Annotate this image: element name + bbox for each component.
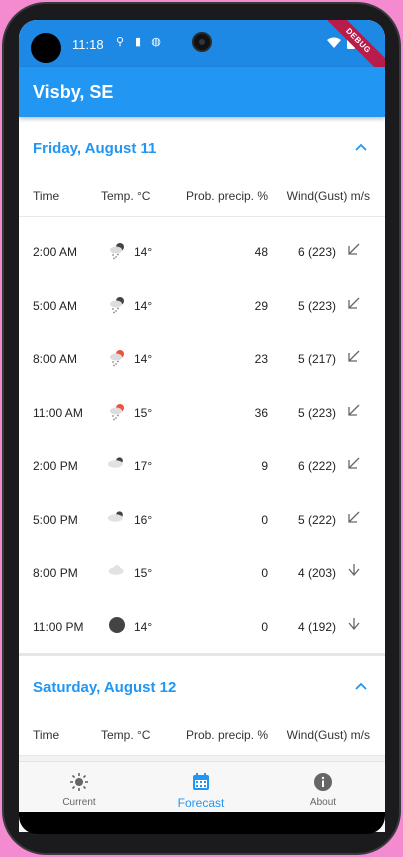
col-prob: Prob. precip. % — [185, 189, 268, 203]
row-temp: 15° — [134, 566, 153, 580]
forecast-list[interactable]: Friday, August 11 Time Temp. °C Prob. pr… — [19, 117, 385, 761]
row-wind: 5 (223) — [297, 405, 336, 420]
col-time: Time — [33, 728, 60, 742]
row-time: 11:00 PM — [33, 619, 84, 634]
sd-card-icon: ▮ — [134, 36, 142, 48]
partly-cloudy-night-icon — [107, 454, 127, 474]
chevron-up-icon[interactable] — [355, 682, 367, 690]
wind-arrow-southwest-icon — [347, 510, 361, 524]
col-time: Time — [33, 189, 60, 203]
forecast-row: 11:00 PM 14° 0 4 (192) — [19, 600, 385, 654]
nav-about-label: About — [309, 797, 337, 808]
wind-arrow-south-icon — [347, 563, 361, 577]
row-temp: 14° — [134, 619, 153, 634]
sun-icon — [70, 773, 88, 791]
forecast-row: 11:00 AM 15° 36 5 (223) — [19, 386, 385, 440]
row-temp: 17° — [134, 459, 153, 473]
chevron-up-icon[interactable] — [355, 143, 367, 151]
app-bar: Visby, SE — [19, 67, 385, 117]
row-time: 8:00 PM — [33, 566, 78, 580]
row-time: 2:00 AM — [33, 245, 78, 259]
forecast-row: 5:00 PM 16° 0 5 (222) — [19, 493, 385, 547]
wind-arrow-southwest-icon — [347, 456, 361, 470]
wind-arrow-southwest-icon — [347, 349, 361, 363]
col-prob: Prob. precip. % — [185, 728, 268, 742]
snow-cloud-icon — [107, 240, 127, 260]
wind-arrow-south-icon — [347, 617, 361, 631]
day-section-header[interactable]: Saturday, August 12 — [19, 656, 385, 716]
row-precip-prob: 29 — [254, 298, 268, 313]
row-temp: 14° — [134, 245, 153, 259]
day-section: Friday, August 11 Time Temp. °C Prob. pr… — [19, 117, 385, 653]
row-precip-prob: 36 — [254, 405, 268, 420]
row-wind: 4 (192) — [297, 619, 336, 634]
row-precip-prob: 23 — [254, 352, 268, 366]
day-title: Saturday, August 12 — [33, 679, 177, 696]
sleet-sun-icon — [107, 401, 127, 421]
status-time: 11:18 — [72, 37, 104, 52]
row-precip-prob: 9 — [261, 459, 268, 473]
row-wind: 6 (222) — [297, 459, 336, 473]
partly-cloudy-night-icon — [107, 508, 127, 528]
wind-arrow-southwest-icon — [347, 403, 361, 417]
calendar-icon — [193, 773, 209, 790]
row-precip-prob: 0 — [261, 619, 268, 634]
clear-night-icon — [107, 615, 127, 635]
column-headers: Time Temp. °C Prob. precip. % Wind(Gust)… — [19, 716, 385, 756]
front-camera — [192, 32, 212, 52]
forecast-row: 2:00 AM 14° 48 6 (223) — [19, 225, 385, 279]
col-temp: Temp. °C — [101, 728, 151, 742]
row-time: 5:00 AM — [33, 298, 78, 313]
nav-current[interactable]: Current — [29, 772, 129, 808]
forecast-rows: 2:00 AM 14° 48 6 (223) 5:00 AM 14° 29 5 (223) 8:… — [19, 217, 385, 653]
info-icon — [314, 773, 332, 791]
wind-arrow-southwest-icon — [347, 296, 361, 310]
row-precip-prob: 0 — [261, 566, 268, 580]
usb-icon: ⚲ — [115, 36, 125, 48]
sleet-sun-icon — [107, 347, 127, 367]
forecast-row: 2:00 PM 17° 9 6 (222) — [19, 439, 385, 493]
nav-forecast-label: Forecast — [177, 796, 225, 810]
col-temp: Temp. °C — [101, 189, 151, 203]
day-section-header[interactable]: Friday, August 11 — [19, 117, 385, 177]
row-wind: 5 (223) — [297, 298, 336, 313]
front-sensor — [31, 33, 61, 63]
screen: 11:18 ⚲ ▮ ◍ DEBUG Visby, SE Friday, Augu… — [19, 20, 385, 832]
row-time: 2:00 PM — [33, 459, 78, 473]
row-time: 11:00 AM — [33, 405, 83, 420]
row-wind: 6 (223) — [297, 245, 336, 259]
row-temp: 15° — [134, 405, 153, 420]
status-bar: 11:18 ⚲ ▮ ◍ DEBUG — [19, 20, 385, 85]
row-temp: 14° — [134, 352, 153, 366]
row-wind: 5 (222) — [297, 512, 336, 527]
nav-current-label: Current — [62, 797, 96, 808]
row-time: 5:00 PM — [33, 512, 78, 527]
row-wind: 4 (203) — [297, 566, 336, 580]
row-precip-prob: 48 — [254, 245, 268, 259]
nav-about[interactable]: About — [273, 772, 373, 808]
day-section: Saturday, August 12 Time Temp. °C Prob. … — [19, 656, 385, 756]
column-headers: Time Temp. °C Prob. precip. % Wind(Gust)… — [19, 177, 385, 217]
cloud-icon — [107, 561, 127, 581]
forecast-row: 5:00 AM 14° 29 5 (223) — [19, 279, 385, 333]
row-precip-prob: 0 — [261, 512, 268, 527]
row-time: 8:00 AM — [33, 352, 78, 366]
app-title: Visby, SE — [33, 82, 114, 102]
sync-icon: ◍ — [151, 36, 161, 48]
bottom-bezel — [19, 812, 385, 834]
snow-cloud-icon — [107, 294, 127, 314]
forecast-row: 8:00 AM 14° 23 5 (217) — [19, 332, 385, 386]
col-wind: Wind(Gust) m/s — [286, 189, 370, 203]
wind-arrow-southwest-icon — [347, 242, 361, 256]
wifi-icon — [327, 37, 341, 48]
col-wind: Wind(Gust) m/s — [286, 728, 370, 742]
row-wind: 5 (217) — [297, 352, 336, 366]
nav-forecast[interactable]: Forecast — [151, 772, 251, 810]
row-temp: 16° — [134, 512, 153, 527]
forecast-row: 8:00 PM 15° 0 4 (203) — [19, 546, 385, 600]
status-notification-icons: ⚲ ▮ ◍ — [114, 36, 162, 48]
day-title: Friday, August 11 — [33, 140, 157, 157]
row-temp: 14° — [134, 298, 153, 313]
